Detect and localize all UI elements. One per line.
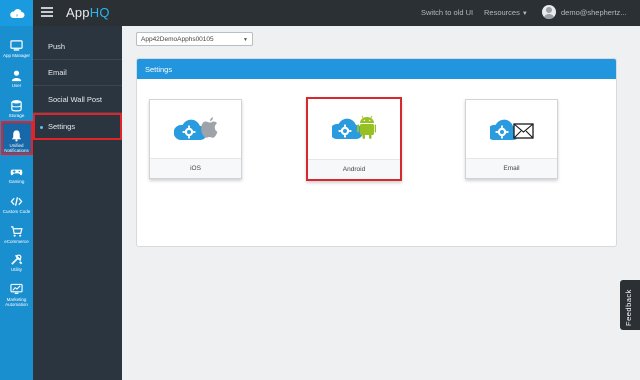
apple-icon — [173, 117, 217, 140]
card-label: Android — [308, 159, 400, 179]
subnav-label: Email — [48, 68, 67, 77]
gamepad-icon — [10, 169, 23, 176]
app-manager-icon — [10, 40, 23, 51]
app-brand: AppHQ — [66, 5, 110, 20]
subnav-label: Social Wall Post — [48, 95, 102, 104]
subnav-label: Settings — [48, 122, 76, 131]
marketing-icon — [10, 283, 23, 294]
icon-rail: App Manager User Storage Unified Notific… — [0, 26, 33, 380]
top-bar: n AppHQ Switch to old UI Resources ▼ demo… — [0, 0, 640, 26]
card-icon-area — [308, 99, 400, 157]
code-icon — [10, 197, 23, 206]
subnav-item-settings[interactable]: Settings — [33, 113, 122, 140]
rail-label: Storage — [8, 113, 25, 118]
card-label: iOS — [150, 158, 241, 178]
sub-navigation: Push Email Social Wall Post Settings — [33, 26, 122, 380]
cloud-icon: n — [9, 9, 24, 18]
ios-settings-card[interactable]: iOS — [149, 99, 242, 179]
rail-item-storage[interactable]: Storage — [0, 96, 33, 127]
svg-text:n: n — [16, 13, 18, 18]
rail-label: Unified Notifications — [4, 143, 29, 153]
active-dot-icon — [40, 126, 43, 129]
bell-icon — [11, 130, 22, 142]
tools-icon — [11, 254, 23, 265]
feedback-tab[interactable]: Feedback — [620, 280, 640, 330]
chevron-down-icon: ▼ — [521, 11, 528, 17]
rail-item-app-manager[interactable]: App Manager — [0, 36, 33, 67]
rail-item-custom-code[interactable]: Custom Code — [0, 192, 33, 223]
card-icon-area — [150, 100, 241, 158]
app-select-dropdown[interactable]: App42DemoApphs00105 ▼ — [136, 32, 253, 46]
subnav-item-social-wall-post[interactable]: Social Wall Post — [33, 87, 122, 113]
app-select-value: App42DemoApphs00105 — [141, 35, 214, 43]
android-icon — [332, 115, 376, 139]
subnav-item-push[interactable]: Push — [33, 34, 122, 60]
hamburger-menu-icon[interactable] — [41, 7, 53, 17]
envelope-icon — [489, 119, 534, 140]
user-icon — [11, 70, 22, 82]
subnav-item-email[interactable]: Email — [33, 60, 122, 86]
switch-to-old-ui-link[interactable]: Switch to old UI — [421, 8, 473, 17]
rail-item-utility[interactable]: Utility — [0, 250, 33, 281]
rail-label: Marketing Automation — [5, 297, 28, 307]
feedback-label: Feedback — [624, 289, 633, 326]
resources-menu[interactable]: Resources ▼ — [484, 8, 528, 17]
settings-panel: Settings iOS Android Email — [136, 58, 617, 247]
panel-header: Settings — [137, 59, 616, 79]
chevron-down-icon: ▼ — [243, 37, 248, 43]
rail-item-gaming[interactable]: Gaming — [0, 162, 33, 193]
rail-label: User — [11, 83, 22, 88]
rail-item-ecommerce[interactable]: eCommerce — [0, 222, 33, 253]
rail-label: eCommerce — [4, 239, 29, 244]
rail-item-unified-notifications[interactable]: Unified Notifications — [0, 126, 33, 157]
rail-label: Custom Code — [2, 209, 31, 214]
panel-title: Settings — [145, 64, 173, 74]
resources-label: Resources — [484, 8, 520, 17]
rail-label: App Manager — [2, 53, 31, 58]
rail-label: Utility — [11, 267, 22, 272]
cart-icon — [10, 226, 23, 237]
card-label: Email — [466, 158, 557, 178]
rail-item-user[interactable]: User — [0, 66, 33, 97]
card-icon-area — [466, 100, 557, 158]
email-settings-card[interactable]: Email — [465, 99, 558, 179]
android-settings-card[interactable]: Android — [306, 97, 402, 181]
rail-label: Gaming — [8, 179, 25, 184]
subnav-label: Push — [48, 42, 66, 51]
rail-item-marketing-automation[interactable]: Marketing Automation — [0, 280, 33, 311]
logo[interactable]: n — [0, 0, 33, 26]
storage-icon — [11, 100, 22, 112]
user-email-menu[interactable]: demo@shephertz... — [561, 8, 637, 17]
avatar[interactable] — [542, 5, 556, 19]
